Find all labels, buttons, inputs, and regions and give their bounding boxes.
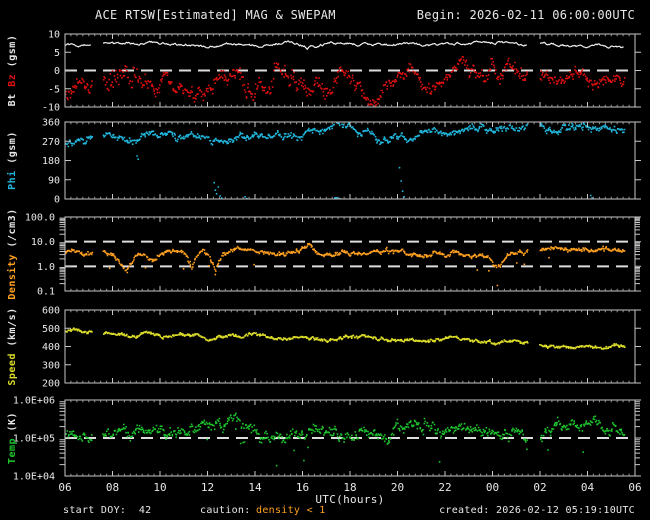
footer-start-doy: start DOY: 42	[63, 505, 152, 516]
y-tick-label: 1.0E+04	[13, 472, 55, 483]
x-tick-label: 02	[533, 481, 546, 494]
x-minor-ticks	[70, 217, 630, 291]
y-tick-label: 90	[48, 175, 60, 186]
panel-density: 100.0 10.0 1.0 0.1 Density (/cm3)	[6, 208, 641, 300]
y-tick-label: 100.0	[25, 213, 55, 224]
x-tick-label: 00	[486, 481, 499, 494]
x-tick-label: 04	[581, 481, 595, 494]
log-minor-ticks	[59, 217, 640, 285]
svg-text:Bt Bz (gsm): Bt Bz (gsm)	[7, 35, 18, 107]
y-tick-label: 400	[42, 342, 60, 353]
svg-text:Phi (gsm): Phi (gsm)	[6, 131, 18, 190]
x-major-ticks	[64, 217, 636, 291]
y-tick-label: 180	[42, 156, 60, 167]
x-tick-label: 10	[153, 481, 166, 494]
y-tick-label: -5	[48, 84, 60, 95]
y-major-ticks	[65, 216, 641, 292]
x-tick-label: 14	[248, 481, 262, 494]
series-Bt	[65, 40, 624, 51]
y-tick-label: 1.0	[37, 262, 55, 273]
y-tick-label: 300	[42, 360, 60, 371]
series-Temp	[65, 412, 626, 467]
y-tick-label: 0	[54, 66, 60, 77]
series-Bz	[65, 55, 626, 107]
y-axis-label: Density (/cm3)	[6, 208, 18, 299]
x-tick-label: 06	[628, 481, 641, 494]
series-Speed	[65, 327, 626, 350]
y-axis-label: Temp (K)	[7, 412, 18, 464]
x-tick-label: 06	[58, 481, 71, 494]
svg-text:Speed (km/s): Speed (km/s)	[7, 307, 18, 385]
panel-border	[64, 216, 636, 292]
y-axis-label: Phi (gsm)	[6, 131, 18, 190]
y-tick-label: 600	[42, 306, 60, 317]
x-tick-label: 12	[201, 481, 214, 494]
svg-text:Density (/cm3): Density (/cm3)	[6, 208, 18, 299]
y-axis-label: Bt Bz (gsm)	[7, 35, 18, 107]
y-tick-label: 10.0	[31, 237, 55, 248]
svg-text:Temp (K): Temp (K)	[7, 412, 18, 464]
footer-caution-value: density < 1	[256, 505, 326, 516]
footer-created-timestamp: created: 2026-02-12 05:19:10UTC	[439, 505, 635, 516]
y-tick-label: 5	[54, 48, 60, 59]
panel-speed: 600 500 400 300 200 Speed (km/s)	[7, 306, 641, 390]
series-Density	[65, 242, 626, 287]
y-axis-label: Speed (km/s)	[7, 307, 18, 385]
y-tick-label: 1.0E+05	[13, 434, 55, 445]
x-tick-label: 22	[438, 481, 451, 494]
y-major-ticks	[65, 121, 641, 200]
panel-temp: 1.0E+06 1.0E+05 1.0E+04 Temp (K)	[7, 396, 641, 483]
panel-mag: 10 5 0 -5 -10 Bt Bz (gsm)	[7, 30, 641, 114]
y-tick-label: -10	[42, 103, 60, 114]
series-Phi	[65, 122, 626, 199]
y-tick-label: 270	[42, 137, 60, 148]
y-tick-label: 360	[42, 118, 60, 129]
y-tick-label: 1.0E+06	[13, 396, 55, 407]
y-tick-label: 0	[54, 195, 60, 206]
footer-caution-label: caution:	[200, 505, 251, 516]
ace-rtsw-plot: ACE RTSW[Estimated] MAG & SWEPAM Begin: …	[0, 0, 650, 520]
panel-phi: 360 270 180 90 0 Phi (gsm)	[6, 118, 641, 206]
plot-canvas: 10 5 0 -5 -10 Bt Bz (gsm) 360 270 180 90 0 Phi (gsm…	[6, 30, 642, 495]
y-tick-label: 200	[42, 379, 60, 390]
y-tick-label: 0.1	[37, 287, 55, 298]
x-tick-label: 08	[106, 481, 119, 494]
y-tick-label: 500	[42, 324, 60, 335]
y-tick-label: 10	[48, 30, 60, 41]
